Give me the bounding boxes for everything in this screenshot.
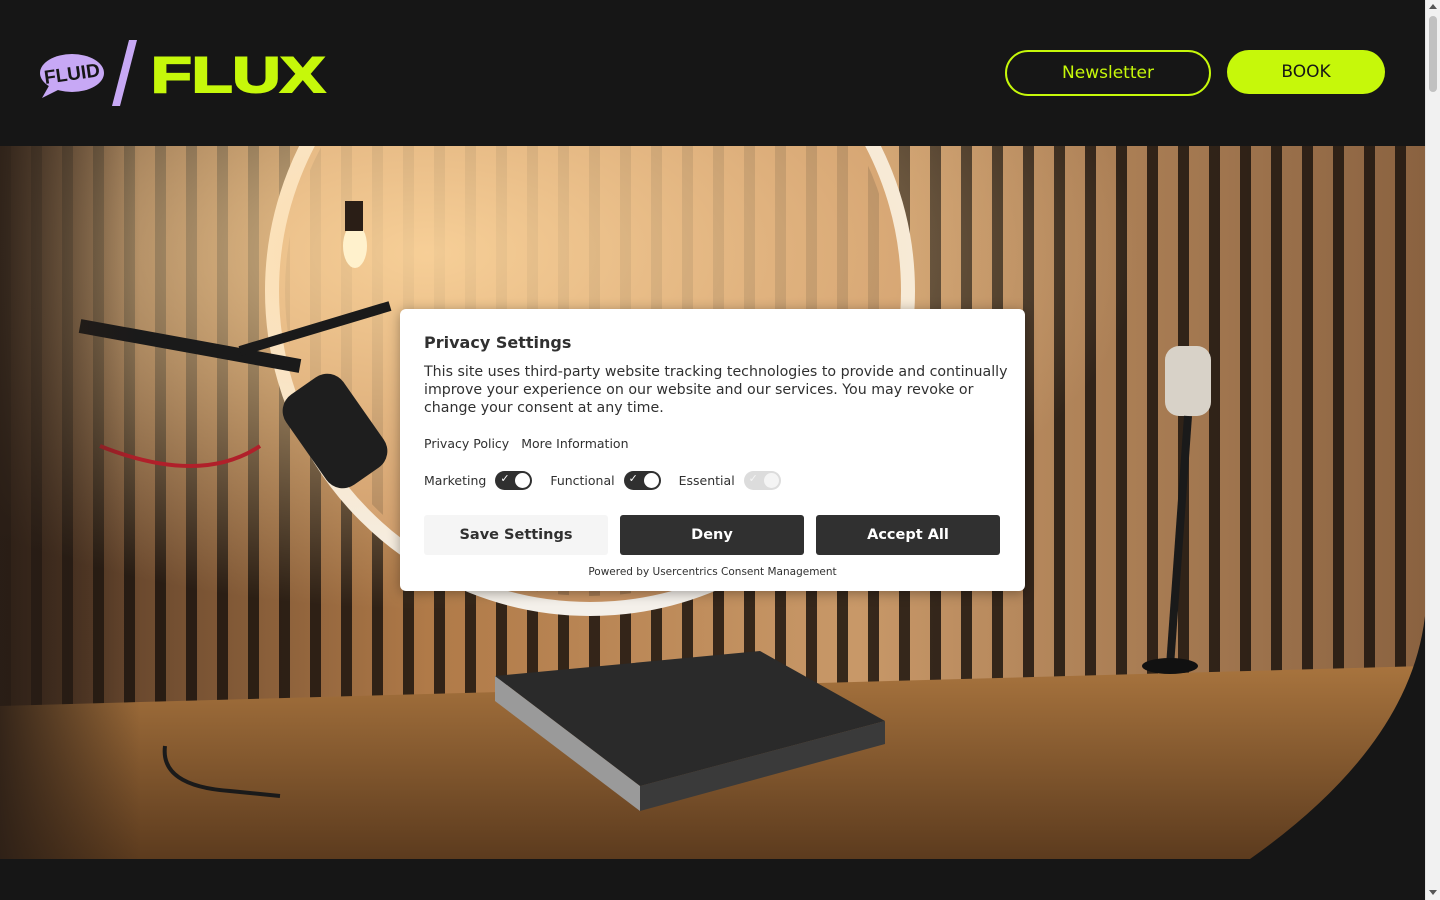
toggle-knob — [515, 473, 531, 488]
fluid-badge: FLUID — [40, 54, 104, 98]
newsletter-button[interactable]: Newsletter — [1005, 50, 1211, 96]
toggle-label-functional: Functional — [550, 473, 615, 488]
functional-toggle[interactable]: ✓ — [623, 471, 661, 490]
powered-by-text[interactable]: Powered by Usercentrics Consent Manageme… — [400, 566, 1025, 578]
toggle-group-marketing: Marketing ✓ — [424, 471, 533, 490]
privacy-settings-dialog: Privacy Settings This site uses third-pa… — [400, 309, 1025, 591]
toggle-label-essential: Essential — [678, 473, 735, 488]
scroll-thumb[interactable] — [1429, 16, 1437, 92]
scroll-down-arrow-icon[interactable] — [1429, 890, 1437, 895]
site-header: FLUID FLUX Newsletter BOOK — [0, 0, 1425, 146]
accept-all-button[interactable]: Accept All — [816, 515, 1000, 555]
more-information-link[interactable]: More Information — [521, 436, 628, 451]
save-settings-button[interactable]: Save Settings — [424, 515, 608, 555]
dialog-buttons: Save Settings Deny Accept All — [424, 515, 1000, 555]
dialog-description: This site uses third-party website track… — [424, 364, 1008, 416]
consent-toggles: Marketing ✓ Functional ✓ Essential ✓ — [424, 471, 799, 490]
book-button[interactable]: BOOK — [1227, 50, 1385, 94]
logo-slash — [112, 40, 137, 106]
privacy-policy-link[interactable]: Privacy Policy — [424, 436, 509, 451]
toggle-group-functional: Functional ✓ — [550, 471, 661, 490]
toggle-label-marketing: Marketing — [424, 473, 487, 488]
dialog-title: Privacy Settings — [424, 333, 572, 352]
page-scrollbar[interactable] — [1425, 0, 1440, 900]
check-icon: ✓ — [628, 472, 638, 485]
site-logo[interactable]: FLUID FLUX — [38, 38, 338, 110]
toggle-group-essential: Essential ✓ — [679, 471, 781, 490]
toggle-knob — [763, 473, 779, 488]
marketing-toggle[interactable]: ✓ — [495, 471, 533, 490]
check-icon: ✓ — [500, 472, 510, 485]
scroll-up-arrow-icon[interactable] — [1429, 4, 1437, 9]
deny-button[interactable]: Deny — [620, 515, 804, 555]
essential-toggle: ✓ — [743, 471, 781, 490]
check-icon: ✓ — [748, 472, 758, 485]
flux-brand-text: FLUX — [151, 47, 325, 103]
dialog-links: Privacy Policy More Information — [424, 436, 629, 451]
toggle-knob — [643, 473, 659, 488]
